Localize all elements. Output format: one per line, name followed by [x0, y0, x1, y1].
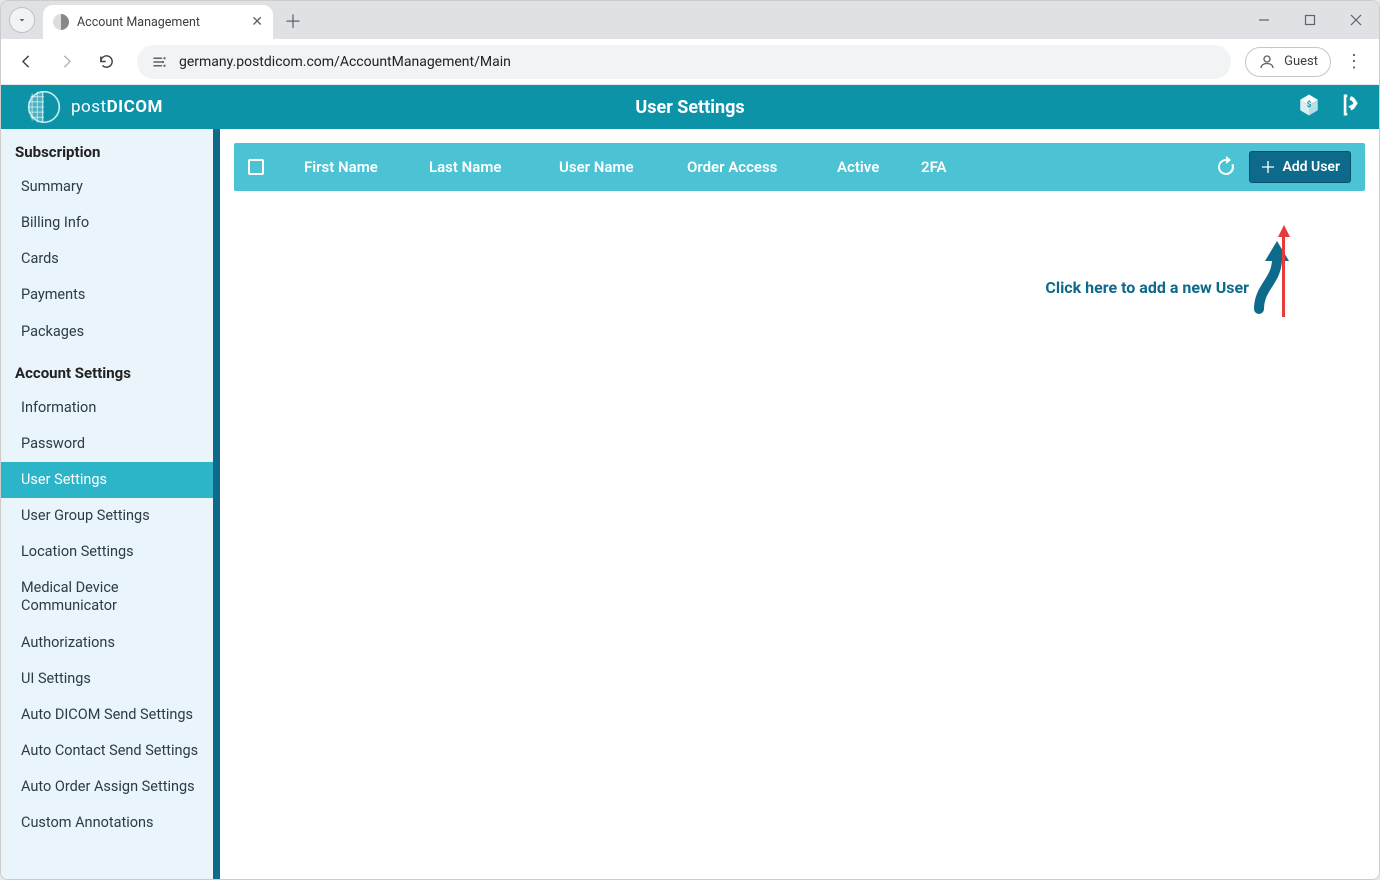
- maximize-button[interactable]: [1287, 5, 1333, 35]
- sidebar-item-password[interactable]: Password: [1, 426, 220, 462]
- app-header: postDICOM User Settings $: [1, 85, 1379, 129]
- sidebar-item-cards[interactable]: Cards: [1, 241, 220, 277]
- sidebar-item-payments[interactable]: Payments: [1, 277, 220, 313]
- packages-icon[interactable]: $: [1295, 91, 1323, 123]
- guest-label: Guest: [1284, 54, 1318, 69]
- add-user-label: Add User: [1282, 159, 1340, 175]
- favicon-icon: [53, 14, 69, 30]
- browser-toolbar: germany.postdicom.com/AccountManagement/…: [1, 39, 1379, 85]
- window-controls: [1241, 5, 1379, 35]
- browser-tab[interactable]: Account Management ✕: [43, 5, 273, 39]
- new-tab-button[interactable]: ＋: [279, 7, 307, 35]
- browser-menu-button[interactable]: ⋮: [1337, 45, 1371, 79]
- close-window-button[interactable]: [1333, 5, 1379, 35]
- sidebar-item-auto-dicom-send[interactable]: Auto DICOM Send Settings: [1, 697, 220, 733]
- brand-name: postDICOM: [71, 97, 163, 117]
- refresh-icon: [1214, 155, 1238, 179]
- sidebar-item-user-settings[interactable]: User Settings: [1, 462, 220, 498]
- refresh-button[interactable]: [1211, 152, 1241, 182]
- sidebar-item-information[interactable]: Information: [1, 390, 220, 426]
- sidebar-item-auto-contact-send[interactable]: Auto Contact Send Settings: [1, 733, 220, 769]
- column-active[interactable]: Active: [837, 158, 921, 176]
- sidebar-item-ui-settings[interactable]: UI Settings: [1, 661, 220, 697]
- sidebar-item-medical-device-communicator[interactable]: Medical Device Communicator: [1, 570, 220, 624]
- browser-titlebar: Account Management ✕ ＋: [1, 1, 1379, 39]
- hint-text: Click here to add a new User: [1045, 278, 1249, 297]
- url-text: germany.postdicom.com/AccountManagement/…: [179, 54, 511, 70]
- page-content: postDICOM User Settings $ Subscription S…: [1, 85, 1379, 879]
- tab-search-dropdown[interactable]: [9, 7, 35, 33]
- sidebar-section-account-settings: Account Settings: [1, 350, 220, 390]
- site-settings-icon[interactable]: [151, 53, 169, 71]
- logout-icon[interactable]: [1335, 91, 1363, 123]
- sidebar-item-authorizations[interactable]: Authorizations: [1, 625, 220, 661]
- forward-button[interactable]: [49, 45, 83, 79]
- sidebar-item-packages[interactable]: Packages: [1, 314, 220, 350]
- sidebar: Subscription Summary Billing Info Cards …: [1, 129, 220, 879]
- sidebar-item-user-group-settings[interactable]: User Group Settings: [1, 498, 220, 534]
- add-user-hint: Click here to add a new User: [1045, 237, 1293, 317]
- column-2fa[interactable]: 2FA: [921, 158, 1001, 176]
- hint-arrow-icon: [1255, 237, 1293, 317]
- page-title: User Settings: [1, 97, 1379, 118]
- users-table-header: First Name Last Name User Name Order Acc…: [234, 143, 1365, 191]
- header-actions: $: [1295, 91, 1379, 123]
- plus-icon: [1260, 159, 1276, 175]
- browser-window: Account Management ✕ ＋ germany.postdicom…: [0, 0, 1380, 880]
- address-bar[interactable]: germany.postdicom.com/AccountManagement/…: [137, 45, 1231, 79]
- column-user-name[interactable]: User Name: [559, 158, 687, 176]
- column-last-name[interactable]: Last Name: [429, 158, 559, 176]
- add-user-button[interactable]: Add User: [1249, 151, 1351, 183]
- minimize-button[interactable]: [1241, 5, 1287, 35]
- app-body: Subscription Summary Billing Info Cards …: [1, 129, 1379, 879]
- select-all-checkbox[interactable]: [248, 159, 284, 175]
- tab-title: Account Management: [77, 15, 200, 30]
- sidebar-scrollbar[interactable]: [213, 129, 220, 879]
- profile-guest-button[interactable]: Guest: [1245, 47, 1331, 77]
- column-order-access[interactable]: Order Access: [687, 158, 837, 176]
- main-panel: First Name Last Name User Name Order Acc…: [220, 129, 1379, 879]
- tab-close-icon[interactable]: ✕: [251, 15, 263, 29]
- svg-text:$: $: [1307, 100, 1312, 109]
- sidebar-item-location-settings[interactable]: Location Settings: [1, 534, 220, 570]
- sidebar-section-subscription: Subscription: [1, 129, 220, 169]
- sidebar-item-summary[interactable]: Summary: [1, 169, 220, 205]
- column-first-name[interactable]: First Name: [304, 158, 429, 176]
- brand-logo[interactable]: postDICOM: [1, 90, 163, 124]
- back-button[interactable]: [9, 45, 43, 79]
- logo-mark-icon: [27, 90, 61, 124]
- sidebar-item-auto-order-assign[interactable]: Auto Order Assign Settings: [1, 769, 220, 805]
- sidebar-item-billing-info[interactable]: Billing Info: [1, 205, 220, 241]
- reload-button[interactable]: [89, 45, 123, 79]
- sidebar-item-custom-annotations[interactable]: Custom Annotations: [1, 805, 220, 841]
